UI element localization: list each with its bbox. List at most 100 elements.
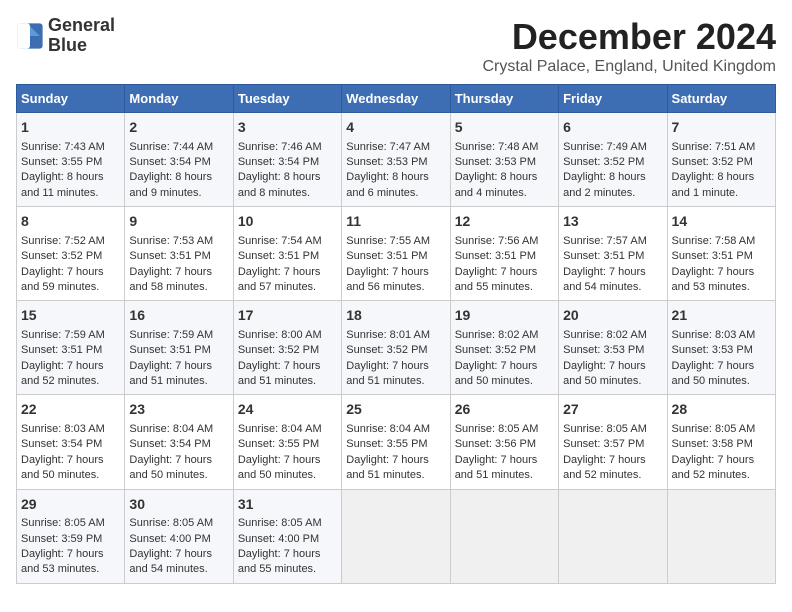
- column-header-monday: Monday: [125, 85, 233, 113]
- sunset-time: Sunset: 3:52 PM: [238, 344, 319, 356]
- day-cell: [559, 489, 667, 583]
- week-row-5: 29Sunrise: 8:05 AMSunset: 3:59 PMDayligh…: [17, 489, 776, 583]
- sunrise-time: Sunrise: 7:49 AM: [563, 141, 647, 153]
- day-number: 7: [672, 118, 771, 138]
- sunrise-time: Sunrise: 8:05 AM: [238, 517, 322, 529]
- day-cell: 14Sunrise: 7:58 AMSunset: 3:51 PMDayligh…: [667, 207, 775, 301]
- day-cell: 9Sunrise: 7:53 AMSunset: 3:51 PMDaylight…: [125, 207, 233, 301]
- sunset-time: Sunset: 3:55 PM: [346, 438, 427, 450]
- day-cell: 31 Sunrise: 8:05 AM Sunset: 4:00 PM Dayligh…: [233, 489, 341, 583]
- sunrise-time: Sunrise: 7:57 AM: [563, 235, 647, 247]
- day-cell: 18Sunrise: 8:01 AMSunset: 3:52 PMDayligh…: [342, 301, 450, 395]
- daylight-hours: Daylight: 7 hours and 52 minutes.: [672, 454, 755, 481]
- day-cell: [667, 489, 775, 583]
- daylight-hours: Daylight: 7 hours and 50 minutes.: [21, 454, 104, 481]
- day-cell: 20Sunrise: 8:02 AMSunset: 3:53 PMDayligh…: [559, 301, 667, 395]
- subtitle: Crystal Palace, England, United Kingdom: [483, 58, 777, 76]
- daylight-hours: Daylight: 7 hours and 55 minutes.: [238, 548, 321, 575]
- day-cell: 17Sunrise: 8:00 AMSunset: 3:52 PMDayligh…: [233, 301, 341, 395]
- header-row: SundayMondayTuesdayWednesdayThursdayFrid…: [17, 85, 776, 113]
- sunrise-time: Sunrise: 7:44 AM: [129, 141, 213, 153]
- sunset-time: Sunset: 3:58 PM: [672, 438, 753, 450]
- week-row-4: 22Sunrise: 8:03 AMSunset: 3:54 PMDayligh…: [17, 395, 776, 489]
- day-number: 9: [129, 212, 228, 232]
- daylight-hours: Daylight: 8 hours and 2 minutes.: [563, 171, 646, 198]
- sunset-time: Sunset: 3:54 PM: [238, 156, 319, 168]
- day-number: 11: [346, 212, 445, 232]
- day-cell: 7Sunrise: 7:51 AMSunset: 3:52 PMDaylight…: [667, 113, 775, 207]
- day-number: 27: [563, 400, 662, 420]
- sunrise-time: Sunrise: 7:59 AM: [21, 329, 105, 341]
- daylight-hours: Daylight: 7 hours and 57 minutes.: [238, 266, 321, 293]
- day-cell: 19Sunrise: 8:02 AMSunset: 3:52 PMDayligh…: [450, 301, 558, 395]
- column-header-friday: Friday: [559, 85, 667, 113]
- daylight-hours: Daylight: 7 hours and 53 minutes.: [672, 266, 755, 293]
- daylight-hours: Daylight: 7 hours and 50 minutes.: [672, 360, 755, 387]
- day-number: 15: [21, 306, 120, 326]
- sunrise-time: Sunrise: 7:58 AM: [672, 235, 756, 247]
- sunrise-time: Sunrise: 8:05 AM: [21, 517, 105, 529]
- day-number: 19: [455, 306, 554, 326]
- column-header-saturday: Saturday: [667, 85, 775, 113]
- daylight-hours: Daylight: 7 hours and 51 minutes.: [455, 454, 538, 481]
- day-cell: 12Sunrise: 7:56 AMSunset: 3:51 PMDayligh…: [450, 207, 558, 301]
- sunset-time: Sunset: 4:00 PM: [238, 533, 319, 545]
- week-row-3: 15 Sunrise: 7:59 AM Sunset: 3:51 PM Dayligh…: [17, 301, 776, 395]
- day-number: 29: [21, 495, 120, 515]
- daylight-hours: Daylight: 7 hours and 50 minutes.: [238, 454, 321, 481]
- sunset-time: Sunset: 3:52 PM: [455, 344, 536, 356]
- daylight-hours: Daylight: 7 hours and 50 minutes.: [455, 360, 538, 387]
- sunset-time: Sunset: 4:00 PM: [129, 533, 210, 545]
- sunset-time: Sunset: 3:51 PM: [238, 250, 319, 262]
- day-cell: 30Sunrise: 8:05 AMSunset: 4:00 PMDayligh…: [125, 489, 233, 583]
- daylight-hours: Daylight: 7 hours and 51 minutes.: [346, 454, 429, 481]
- page-header: GeneralBlue December 2024 Crystal Palace…: [16, 16, 776, 76]
- daylight-hours: Daylight: 7 hours and 52 minutes.: [563, 454, 646, 481]
- day-cell: 4Sunrise: 7:47 AMSunset: 3:53 PMDaylight…: [342, 113, 450, 207]
- day-number: 1: [21, 118, 120, 138]
- day-cell: 26Sunrise: 8:05 AMSunset: 3:56 PMDayligh…: [450, 395, 558, 489]
- daylight-hours: Daylight: 7 hours and 58 minutes.: [129, 266, 212, 293]
- daylight-hours: Daylight: 8 hours and 8 minutes.: [238, 171, 321, 198]
- day-number: 28: [672, 400, 771, 420]
- calendar-table: SundayMondayTuesdayWednesdayThursdayFrid…: [16, 84, 776, 584]
- sunrise-time: Sunrise: 7:52 AM: [21, 235, 105, 247]
- sunset-time: Sunset: 3:52 PM: [21, 250, 102, 262]
- sunset-time: Sunset: 3:54 PM: [129, 156, 210, 168]
- main-title: December 2024: [483, 16, 777, 58]
- daylight-hours: Daylight: 7 hours and 50 minutes.: [563, 360, 646, 387]
- sunset-time: Sunset: 3:55 PM: [238, 438, 319, 450]
- sunset-time: Sunset: 3:53 PM: [672, 344, 753, 356]
- daylight-hours: Daylight: 8 hours and 11 minutes.: [21, 171, 104, 198]
- day-cell: 23Sunrise: 8:04 AMSunset: 3:54 PMDayligh…: [125, 395, 233, 489]
- day-number: 8: [21, 212, 120, 232]
- daylight-hours: Daylight: 7 hours and 51 minutes.: [129, 360, 212, 387]
- sunset-time: Sunset: 3:52 PM: [346, 344, 427, 356]
- day-cell: 13Sunrise: 7:57 AMSunset: 3:51 PMDayligh…: [559, 207, 667, 301]
- day-cell: 6Sunrise: 7:49 AMSunset: 3:52 PMDaylight…: [559, 113, 667, 207]
- day-number: 13: [563, 212, 662, 232]
- logo-icon: [16, 22, 44, 50]
- sunset-time: Sunset: 3:51 PM: [129, 344, 210, 356]
- day-number: 2: [129, 118, 228, 138]
- sunset-time: Sunset: 3:57 PM: [563, 438, 644, 450]
- day-number: 12: [455, 212, 554, 232]
- day-cell: 29Sunrise: 8:05 AMSunset: 3:59 PMDayligh…: [17, 489, 125, 583]
- day-number: 31: [238, 495, 337, 515]
- column-header-sunday: Sunday: [17, 85, 125, 113]
- daylight-hours: Daylight: 7 hours and 54 minutes.: [129, 548, 212, 575]
- daylight-hours: Daylight: 7 hours and 52 minutes.: [21, 360, 104, 387]
- sunset-time: Sunset: 3:52 PM: [563, 156, 644, 168]
- day-cell: 24Sunrise: 8:04 AMSunset: 3:55 PMDayligh…: [233, 395, 341, 489]
- sunrise-time: Sunrise: 7:46 AM: [238, 141, 322, 153]
- day-cell: 1Sunrise: 7:43 AMSunset: 3:55 PMDaylight…: [17, 113, 125, 207]
- day-cell: 8Sunrise: 7:52 AMSunset: 3:52 PMDaylight…: [17, 207, 125, 301]
- sunset-time: Sunset: 3:51 PM: [672, 250, 753, 262]
- day-number: 18: [346, 306, 445, 326]
- day-cell: [342, 489, 450, 583]
- daylight-hours: Daylight: 8 hours and 9 minutes.: [129, 171, 212, 198]
- sunset-time: Sunset: 3:53 PM: [455, 156, 536, 168]
- sunset-time: Sunset: 3:54 PM: [129, 438, 210, 450]
- day-number: 3: [238, 118, 337, 138]
- logo: GeneralBlue: [16, 16, 115, 56]
